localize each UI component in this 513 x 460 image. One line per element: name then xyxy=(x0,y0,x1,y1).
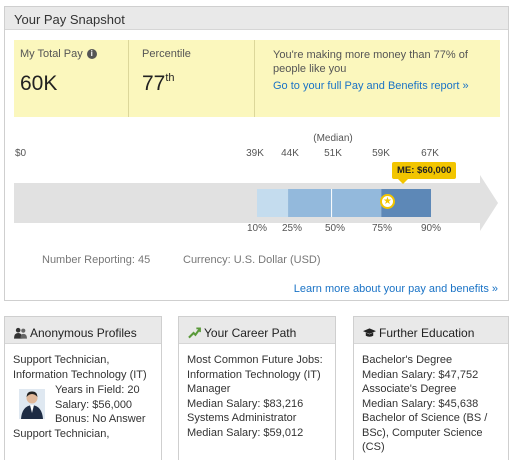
percentile-value: 77th xyxy=(142,72,175,95)
percentile-tick: 10% xyxy=(246,223,268,234)
total-pay-cell: My Total Pay i 60K xyxy=(14,40,129,117)
career-salary: Median Salary: $83,216 xyxy=(187,397,304,410)
anonymous-profiles-panel: Anonymous Profiles Support Technician, I… xyxy=(4,316,162,460)
currency-label: Currency: U.S. Dollar (USD) xyxy=(183,254,321,266)
further-education-title: Further Education xyxy=(379,326,475,340)
salary-tick: 51K xyxy=(324,148,342,159)
career-salary: Median Salary: $59,012 xyxy=(187,426,304,439)
percentile-cell: Percentile 77th xyxy=(129,40,255,117)
pay-snapshot-panel: Your Pay Snapshot My Total Pay i 60K Per… xyxy=(4,6,509,301)
my-salary-badge: ME: $60,000 xyxy=(392,162,457,184)
median-label: (Median) xyxy=(313,133,353,144)
anonymous-profiles-title: Anonymous Profiles xyxy=(30,326,137,340)
percentile-tick: 25% xyxy=(281,223,303,234)
degree-name[interactable]: Bachelor of Science (BS / BSc), Computer… xyxy=(362,411,508,455)
number-reporting: Number Reporting: 45 xyxy=(42,254,151,266)
career-job[interactable]: Information Technology (IT) Manager xyxy=(187,368,335,397)
percentile-tick: 50% xyxy=(324,223,346,234)
salary-tick: 39K xyxy=(246,148,264,159)
band-p10-p25 xyxy=(257,189,289,217)
profile-job-title[interactable]: Support Technician, xyxy=(13,427,161,442)
career-heading: Most Common Future Jobs: xyxy=(187,354,323,366)
full-report-link[interactable]: Go to your full Pay and Benefits report … xyxy=(273,80,500,92)
career-path-title: Your Career Path xyxy=(204,326,297,340)
pay-message-cell: You're making more money than 77% of peo… xyxy=(255,40,500,117)
percentile-tick: 75% xyxy=(371,223,393,234)
salary-tick: 59K xyxy=(372,148,390,159)
total-pay-label: My Total Pay xyxy=(20,48,83,60)
pay-range-chart: $0 (Median) 39K 44K 51K 59K 67K 10% 25% … xyxy=(5,123,510,248)
profile-salary: Salary: $56,000 xyxy=(55,398,133,411)
avatar-icon xyxy=(19,389,45,419)
info-icon[interactable]: i xyxy=(86,49,97,59)
profile-entry: Years in Field: 20 Salary: $56,000 Bonus… xyxy=(13,383,161,427)
band-p25-p75 xyxy=(288,189,382,217)
salary-tick: 67K xyxy=(421,148,439,159)
degree-salary: Median Salary: $45,638 xyxy=(362,397,479,410)
pay-snapshot-title: Your Pay Snapshot xyxy=(5,7,508,30)
pay-summary-banner: My Total Pay i 60K Percentile 77th You'r… xyxy=(14,40,500,117)
graduation-cap-icon xyxy=(363,328,376,337)
career-path-icon xyxy=(188,327,201,339)
degree-name[interactable]: Bachelor's Degree xyxy=(362,353,508,368)
further-education-panel: Further Education Bachelor's Degree Medi… xyxy=(353,316,509,460)
zero-label: $0 xyxy=(15,148,27,159)
pay-comparison-message: You're making more money than 77% of peo… xyxy=(273,49,468,75)
degree-name[interactable]: Associate's Degree xyxy=(362,382,508,397)
percentile-tick: 90% xyxy=(420,223,442,234)
profile-bonus: Bonus: No Answer xyxy=(55,413,146,425)
percentile-label: Percentile xyxy=(142,48,191,60)
career-job[interactable]: Systems Administrator xyxy=(187,411,335,426)
career-path-panel: Your Career Path Most Common Future Jobs… xyxy=(178,316,336,460)
profile-job-title[interactable]: Support Technician, Information Technolo… xyxy=(13,353,161,382)
profile-years: Years in Field: 20 xyxy=(55,384,140,396)
profiles-icon xyxy=(14,327,27,339)
total-pay-value: 60K xyxy=(20,72,58,95)
salary-tick: 44K xyxy=(281,148,299,159)
star-icon: ★ xyxy=(380,194,395,209)
degree-salary: Median Salary: $47,752 xyxy=(362,368,479,381)
learn-more-link[interactable]: Learn more about your pay and benefits » xyxy=(294,283,498,295)
